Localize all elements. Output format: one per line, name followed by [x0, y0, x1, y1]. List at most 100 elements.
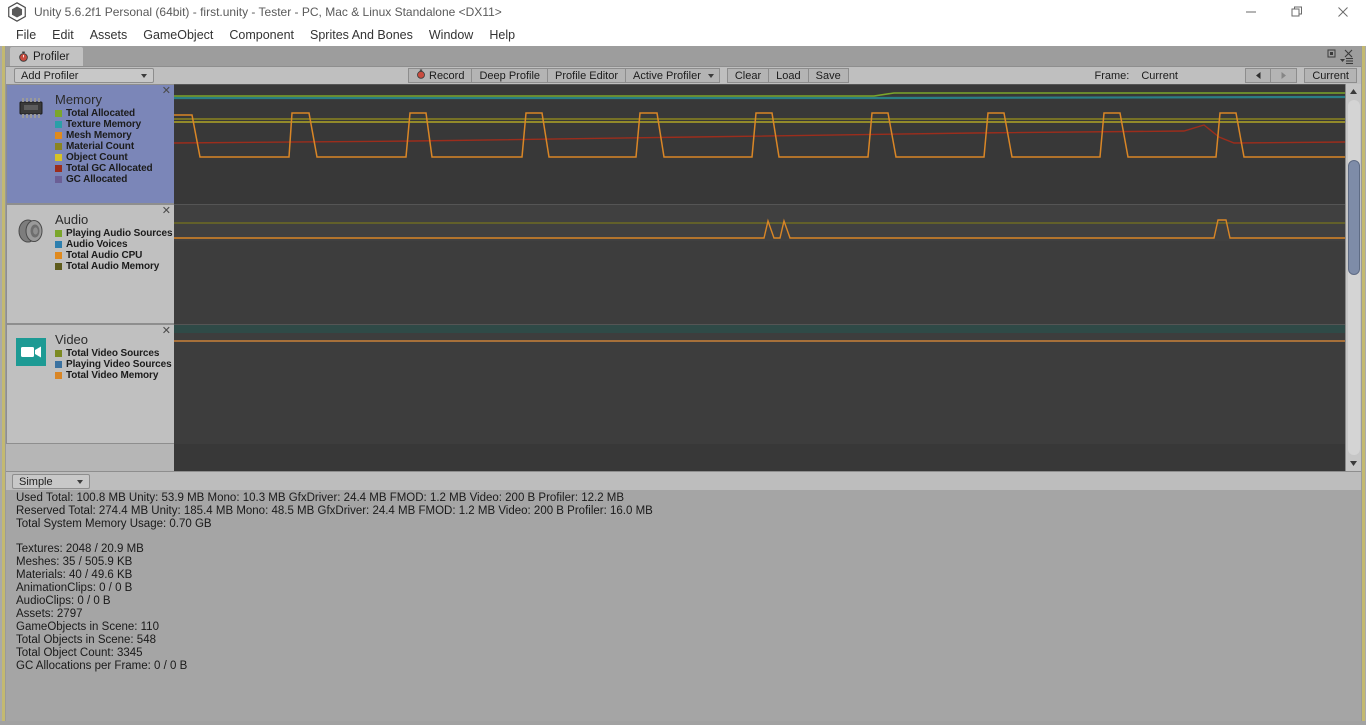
- series-swatch-icon: [55, 263, 62, 270]
- stat-used-total: Used Total: 100.8 MB Unity: 53.9 MB Mono…: [16, 492, 625, 504]
- legend-item[interactable]: Mesh Memory: [55, 130, 153, 141]
- legend-item[interactable]: Total Video Sources: [55, 348, 172, 359]
- save-button[interactable]: Save: [808, 68, 849, 83]
- prev-frame-button[interactable]: [1245, 68, 1272, 83]
- minimize-icon[interactable]: [1228, 0, 1274, 24]
- close-icon[interactable]: [1320, 0, 1366, 24]
- editor-bottom-border: [0, 721, 1366, 725]
- chart-row-audio[interactable]: ✕ Audio Playing Audio Sources Audio Voic…: [6, 204, 1345, 324]
- stat-gc-allocations: GC Allocations per Frame: 0 / 0 B: [16, 660, 188, 672]
- menu-item-file[interactable]: File: [8, 26, 44, 44]
- series-label: Material Count: [66, 141, 135, 152]
- tab-profiler[interactable]: Profiler: [10, 47, 84, 66]
- legend-item[interactable]: Playing Video Sources: [55, 359, 172, 370]
- legend-item[interactable]: Object Count: [55, 152, 153, 163]
- chevron-down-icon: [707, 73, 714, 78]
- next-frame-button[interactable]: [1271, 68, 1298, 83]
- chart-title-memory: Memory: [55, 92, 102, 107]
- legend-item[interactable]: Total Audio Memory: [55, 261, 172, 272]
- series-swatch-icon: [55, 143, 62, 150]
- stat-meshes: Meshes: 35 / 505.9 KB: [16, 556, 133, 568]
- scrollbar-thumb[interactable]: [1348, 160, 1360, 275]
- chevron-down-icon: [141, 73, 147, 78]
- stat-total-object-count: Total Object Count: 3345: [16, 647, 143, 659]
- chart-legend-memory[interactable]: ✕ Memory Total Allocated Texture Memory …: [6, 84, 174, 204]
- menu-item-edit[interactable]: Edit: [44, 26, 82, 44]
- series-label: Total Audio Memory: [66, 261, 160, 272]
- video-graph-svg: [174, 325, 1345, 444]
- series-swatch-icon: [55, 252, 62, 259]
- stat-system-usage: Total System Memory Usage: 0.70 GB: [16, 518, 212, 530]
- chart-legend-empty: [6, 444, 174, 471]
- add-profiler-dropdown[interactable]: Add Profiler: [14, 68, 154, 83]
- restore-icon[interactable]: [1274, 0, 1320, 24]
- chart-legend-video-text: Video Total Video Sources Playing Video …: [51, 333, 172, 381]
- frame-label: Frame:: [1094, 69, 1130, 82]
- legend-item[interactable]: Material Count: [55, 141, 153, 152]
- speaker-icon: [11, 213, 51, 272]
- chart-row-video[interactable]: ✕ Video Total Video Sources Playing Vide…: [6, 324, 1345, 444]
- scroll-down-icon[interactable]: [1346, 456, 1361, 471]
- scroll-up-icon[interactable]: [1346, 84, 1361, 99]
- viewmode-dropdown[interactable]: Simple: [12, 474, 90, 489]
- deep-profile-button[interactable]: Deep Profile: [472, 68, 549, 83]
- current-frame-button[interactable]: Current: [1304, 68, 1357, 83]
- charts-scroll-viewport: ✕ Memory Total Allocated Texture Memory …: [6, 84, 1345, 471]
- chart-row-memory[interactable]: ✕ Memory Total Allocated Texture Memory …: [6, 84, 1345, 204]
- chart-plot-video[interactable]: [174, 324, 1345, 444]
- panel-menu-icon[interactable]: [1339, 57, 1354, 66]
- chart-plot-memory[interactable]: [174, 84, 1345, 204]
- stat-materials: Materials: 40 / 49.6 KB: [16, 569, 133, 581]
- series-label: Audio Voices: [66, 239, 128, 250]
- unity-logo-icon: [6, 1, 28, 23]
- series-label: GC Allocated: [66, 174, 128, 185]
- window-title: Unity 5.6.2f1 Personal (64bit) - first.u…: [34, 5, 502, 19]
- menu-item-window[interactable]: Window: [421, 26, 481, 44]
- profiler-controls-group: Record Deep Profile Profile Editor Activ…: [408, 68, 720, 83]
- series-label: Total Allocated: [66, 108, 136, 119]
- series-swatch-icon: [55, 132, 62, 139]
- series-label: Playing Audio Sources: [66, 228, 173, 239]
- stat-gameobjects: GameObjects in Scene: 110: [16, 621, 159, 633]
- editor-right-border: [1361, 46, 1366, 725]
- menu-item-sprites-and-bones[interactable]: Sprites And Bones: [302, 26, 421, 44]
- stat-reserved-total: Reserved Total: 274.4 MB Unity: 185.4 MB…: [16, 505, 653, 517]
- legend-item[interactable]: Audio Voices: [55, 239, 172, 250]
- panel-maximize-icon[interactable]: [1326, 48, 1337, 59]
- chart-legend-video[interactable]: ✕ Video Total Video Sources Playing Vide…: [6, 324, 174, 444]
- clear-button[interactable]: Clear: [726, 68, 770, 83]
- menu-item-gameobject[interactable]: GameObject: [135, 26, 221, 44]
- charts-vertical-scrollbar[interactable]: [1345, 84, 1361, 471]
- chart-plot-audio[interactable]: [174, 204, 1345, 324]
- close-icon[interactable]: ✕: [162, 86, 171, 97]
- legend-item[interactable]: Total Audio CPU: [55, 250, 172, 261]
- active-profiler-dropdown[interactable]: Active Profiler: [626, 68, 720, 83]
- profile-editor-button[interactable]: Profile Editor: [548, 68, 626, 83]
- stat-animationclips: AnimationClips: 0 / 0 B: [16, 582, 133, 594]
- series-label: Total Audio CPU: [66, 250, 143, 261]
- legend-item[interactable]: Playing Audio Sources: [55, 228, 173, 239]
- scrollbar-track[interactable]: [1348, 100, 1360, 455]
- menu-item-help[interactable]: Help: [481, 26, 523, 44]
- record-button[interactable]: Record: [408, 68, 473, 83]
- profiler-toolbar: Add Profiler Record Deep Profile Profile…: [6, 66, 1361, 84]
- legend-item[interactable]: Total Video Memory: [55, 370, 172, 381]
- load-button[interactable]: Load: [769, 68, 809, 83]
- panel-tabbar: Profiler: [6, 46, 1361, 66]
- close-icon[interactable]: ✕: [162, 326, 171, 337]
- legend-item[interactable]: Total GC Allocated: [55, 163, 153, 174]
- legend-item[interactable]: Texture Memory: [55, 119, 153, 130]
- file-actions-group: Clear Load Save: [726, 68, 849, 83]
- chart-legend-audio[interactable]: ✕ Audio Playing Audio Sources Audio Voic…: [6, 204, 174, 324]
- stat-assets: Assets: 2797: [16, 608, 83, 620]
- frame-navigation-group: Frame: Current Current: [1088, 68, 1361, 83]
- series-label: Mesh Memory: [66, 130, 132, 141]
- close-icon[interactable]: ✕: [162, 206, 171, 217]
- series-label: Object Count: [66, 152, 128, 163]
- legend-item[interactable]: Total Allocated: [55, 108, 153, 119]
- profiler-charts-area: ✕ Memory Total Allocated Texture Memory …: [6, 84, 1361, 471]
- series-label: Total GC Allocated: [66, 163, 153, 174]
- menu-item-assets[interactable]: Assets: [82, 26, 136, 44]
- menu-item-component[interactable]: Component: [221, 26, 302, 44]
- legend-item[interactable]: GC Allocated: [55, 174, 153, 185]
